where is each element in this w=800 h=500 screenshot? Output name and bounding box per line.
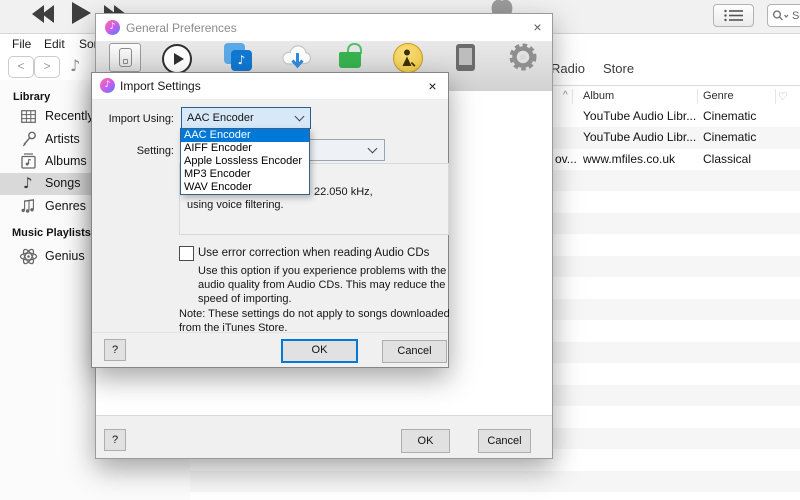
column-header-love[interactable]: ♡ xyxy=(778,90,788,103)
divider xyxy=(96,415,552,416)
close-icon[interactable]: × xyxy=(417,73,448,99)
general-icon xyxy=(119,48,132,67)
sidebar-item-label: Genius xyxy=(45,249,85,263)
microphone-icon xyxy=(21,131,37,148)
dropdown-option-wav[interactable]: WAV Encoder xyxy=(181,181,309,194)
search-placeholder: Search xyxy=(792,10,800,22)
search-icon xyxy=(772,9,790,23)
chevron-down-icon xyxy=(295,112,305,122)
itunes-window: Search File Edit Song < > ♪ Library Rece… xyxy=(0,0,800,500)
sidebar-item-label: Songs xyxy=(45,176,80,190)
close-icon[interactable]: × xyxy=(523,14,552,41)
media-kind-note-icon[interactable]: ♪ xyxy=(70,56,80,75)
menu-edit[interactable]: Edit xyxy=(44,37,65,51)
error-correction-help-text: Use this option if you experience proble… xyxy=(198,264,454,306)
tab-store[interactable]: Store xyxy=(603,61,634,76)
import-settings-dialog: ♪ Import Settings × Import Using: AAC En… xyxy=(91,72,449,368)
cancel-button[interactable]: Cancel xyxy=(478,429,531,453)
cell-name-fragment: ov... xyxy=(555,152,577,166)
note-text: Note: These settings do not apply to son… xyxy=(179,307,455,335)
tab-radio[interactable]: Radio xyxy=(551,61,585,76)
dropdown-option-mp3[interactable]: MP3 Encoder xyxy=(181,168,309,181)
divider xyxy=(92,332,448,333)
sharing-tab-icon[interactable]: ♪ xyxy=(224,43,255,73)
parental-tab-icon[interactable] xyxy=(393,43,423,73)
general-preferences-titlebar[interactable]: ♪ General Preferences × xyxy=(96,14,552,41)
list-view-icon xyxy=(723,9,745,22)
sidebar-item-label: Artists xyxy=(45,132,80,146)
menu-file[interactable]: File xyxy=(12,37,31,51)
sidebar-item-label: Albums xyxy=(45,154,87,168)
import-settings-titlebar[interactable]: ♪ Import Settings × xyxy=(92,73,448,100)
dropdown-option-aac[interactable]: AAC Encoder xyxy=(181,129,309,142)
ok-button[interactable]: OK xyxy=(401,429,450,453)
sidebar-item-label: Genres xyxy=(45,199,86,213)
sidebar-playlists-header[interactable]: Music Playlists xyxy=(12,227,103,239)
playback-tab-icon[interactable] xyxy=(162,44,192,74)
general-tab-button[interactable] xyxy=(109,43,141,72)
itunes-app-icon: ♪ xyxy=(105,20,120,35)
import-using-value: AAC Encoder xyxy=(187,111,254,125)
column-separator[interactable] xyxy=(572,89,573,104)
dialog-title: Import Settings xyxy=(120,79,201,93)
sidebar-library-header: Library xyxy=(13,91,50,103)
ok-button[interactable]: OK xyxy=(281,339,358,363)
back-button[interactable]: < xyxy=(8,56,34,78)
column-header-genre[interactable]: Genre xyxy=(703,90,734,102)
rewind-button[interactable] xyxy=(32,5,54,28)
import-using-label: Import Using: xyxy=(106,112,174,126)
cell-genre: Classical xyxy=(703,152,751,166)
details-line1: 22.050 kHz, xyxy=(314,185,373,199)
grid-icon xyxy=(21,110,36,123)
column-separator[interactable] xyxy=(697,89,698,104)
help-button[interactable]: ? xyxy=(104,429,126,451)
cell-album: YouTube Audio Libr... xyxy=(583,109,696,123)
store-tab-icon[interactable] xyxy=(339,43,369,68)
chevron-down-icon xyxy=(368,144,378,154)
album-icon xyxy=(21,153,36,169)
advanced-tab-icon[interactable] xyxy=(507,42,539,79)
help-button[interactable]: ? xyxy=(104,339,126,361)
search-input[interactable]: Search xyxy=(767,4,800,27)
cell-genre: Cinematic xyxy=(703,109,756,123)
cell-genre: Cinematic xyxy=(703,130,756,144)
dropdown-option-apple-lossless[interactable]: Apple Lossless Encoder xyxy=(181,155,309,168)
sidebar-playlists-header-label: Music Playlists xyxy=(12,227,91,239)
dropdown-option-aiff[interactable]: AIFF Encoder xyxy=(181,142,309,155)
atom-icon xyxy=(19,247,38,266)
genres-icon xyxy=(20,198,37,214)
dialog-title: General Preferences xyxy=(126,21,237,35)
details-line2: using voice filtering. xyxy=(187,198,284,212)
view-switcher-button[interactable] xyxy=(713,4,754,27)
error-correction-checkbox[interactable] xyxy=(179,246,194,261)
forward-button[interactable]: > xyxy=(34,56,60,78)
itunes-app-icon: ♪ xyxy=(100,78,115,93)
cell-album: YouTube Audio Libr... xyxy=(583,130,696,144)
cancel-button[interactable]: Cancel xyxy=(382,340,447,363)
encoder-dropdown-list: AAC Encoder AIFF Encoder Apple Lossless … xyxy=(180,128,310,195)
column-separator[interactable] xyxy=(775,89,776,104)
setting-label: Setting: xyxy=(106,144,174,158)
play-button[interactable] xyxy=(72,2,91,29)
sort-indicator[interactable]: ^ xyxy=(563,90,568,101)
error-correction-label[interactable]: Use error correction when reading Audio … xyxy=(198,246,429,260)
cell-album: www.mfiles.co.uk xyxy=(583,152,675,166)
import-using-select[interactable]: AAC Encoder xyxy=(181,107,311,129)
column-header-album[interactable]: Album xyxy=(583,90,614,102)
music-note-icon: ♪ xyxy=(23,174,33,192)
devices-tab-icon[interactable] xyxy=(456,44,475,71)
